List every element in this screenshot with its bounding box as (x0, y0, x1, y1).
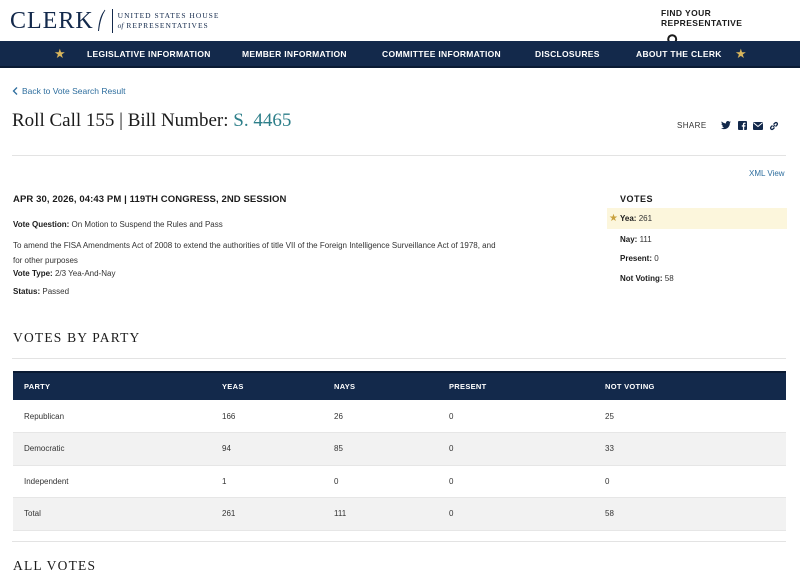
link-icon[interactable] (769, 120, 780, 131)
bill-description: To amend the FISA Amendments Act of 2008… (13, 241, 496, 265)
table-cell: Republican (13, 400, 211, 433)
nav-disclosures[interactable]: DISCLOSURES (535, 49, 600, 59)
not-voting-value: 58 (664, 274, 674, 283)
vote-status-value: Passed (42, 287, 70, 296)
divider (12, 541, 786, 542)
column-header: NAYS (323, 371, 438, 400)
site-header: CLERK UNITED STATES HOUSE of REPRESENTAT… (0, 0, 800, 49)
table-cell: Democratic (13, 432, 211, 466)
facebook-icon[interactable] (737, 120, 748, 131)
table-cell: 58 (594, 497, 786, 531)
table-cell: 261 (211, 497, 323, 531)
roll-call-label: Roll Call 155 | Bill Number: (12, 110, 234, 131)
logo-line-1: UNITED STATES HOUSE (117, 11, 220, 20)
table-cell: 1 (211, 465, 323, 498)
votes-by-party-heading: VOTES BY PARTY (13, 330, 141, 345)
column-header: NOT VOTING (594, 371, 786, 400)
table-cell: Total (13, 497, 211, 531)
not-voting-label: Not Voting: (620, 274, 663, 283)
page-title: Roll Call 155 | Bill Number: S. 4465 (12, 110, 291, 132)
logo-divider (111, 9, 113, 33)
vote-type: Vote Type: 2/3 Yea-And-Nay (13, 269, 115, 278)
votes-by-party-table: PARTY YEAS NAYS PRESENT NOT VOTING Repub… (13, 371, 786, 531)
table-cell: 0 (438, 432, 594, 466)
table-header-row: PARTY YEAS NAYS PRESENT NOT VOTING (13, 371, 786, 400)
table-cell: 33 (594, 432, 786, 466)
yea-label: Yea: (620, 214, 637, 223)
vote-type-label: Vote Type: (13, 269, 53, 278)
nav-legislative-information[interactable]: LEGISLATIVE INFORMATION (87, 49, 211, 59)
vote-question-label: Vote Question: (13, 220, 70, 229)
column-header: PRESENT (438, 371, 594, 400)
quill-icon (97, 9, 106, 31)
share-bar: SHARE (677, 120, 785, 131)
back-to-search-link[interactable]: Back to Vote Search Result (12, 86, 125, 96)
table-cell: 25 (594, 400, 786, 433)
table-cell: 0 (438, 465, 594, 498)
table-row-total: Total 261 111 0 58 (13, 497, 786, 531)
divider (12, 155, 786, 156)
bill-number-link[interactable]: S. 4465 (233, 110, 291, 131)
table-cell: 111 (323, 497, 438, 531)
logo-wordmark: CLERK (10, 7, 94, 34)
table-cell: 94 (211, 432, 323, 466)
logo-subtitle: UNITED STATES HOUSE of REPRESENTATIVES (118, 11, 220, 31)
vote-question-value: On Motion to Suspend the Rules and Pass (71, 220, 223, 229)
table-cell: 166 (211, 400, 323, 433)
table-cell: 0 (438, 400, 594, 433)
vote-status-label: Status: (13, 287, 41, 296)
find-rep-label: FIND YOUR REPRESENTATIVE (661, 8, 743, 28)
xml-view-link[interactable]: XML View (749, 169, 785, 178)
table-row: Independent 1 0 0 0 (13, 465, 786, 498)
table-row: Democratic 94 85 0 33 (13, 432, 786, 466)
votes-summary-title: VOTES (620, 194, 654, 204)
logo-line-2: of REPRESENTATIVES (118, 21, 220, 31)
star-icon: ★ (609, 213, 618, 224)
table-cell: 85 (323, 432, 438, 466)
present-count: Present: 0 (607, 248, 787, 269)
vote-question: Vote Question: On Motion to Suspend the … (13, 220, 223, 229)
table-row: Republican 166 26 0 25 (13, 400, 786, 433)
vote-status: Status: Passed (13, 287, 69, 296)
back-link-label: Back to Vote Search Result (22, 86, 126, 96)
nay-value: 111 (639, 235, 652, 244)
nay-count: Nay: 111 (607, 229, 787, 250)
divider (12, 358, 786, 359)
yea-count: ★ Yea: 261 (607, 208, 787, 229)
present-label: Present: (620, 254, 653, 263)
table-cell: 0 (438, 497, 594, 531)
share-label: SHARE (677, 121, 707, 130)
nav-member-information[interactable]: MEMBER INFORMATION (242, 49, 347, 59)
logo-of: of (117, 21, 124, 30)
table-cell: 0 (594, 465, 786, 498)
nav-committee-information[interactable]: COMMITTEE INFORMATION (382, 49, 501, 59)
main-nav: ★ LEGISLATIVE INFORMATION MEMBER INFORMA… (0, 41, 800, 68)
not-voting-count: Not Voting: 58 (607, 268, 787, 289)
column-header: YEAS (211, 371, 323, 400)
star-icon: ★ (54, 46, 66, 61)
vote-type-value: 2/3 Yea-And-Nay (54, 269, 116, 278)
nav-about-the-clerk[interactable]: ABOUT THE CLERK (636, 49, 722, 59)
table-cell: 26 (323, 400, 438, 433)
chevron-left-icon (12, 87, 18, 95)
star-icon: ★ (735, 46, 747, 61)
email-icon[interactable] (753, 120, 764, 131)
logo-line-2-text: REPRESENTATIVES (126, 21, 209, 30)
all-votes-heading: ALL VOTES (13, 558, 97, 573)
clerk-logo[interactable]: CLERK UNITED STATES HOUSE of REPRESENTAT… (10, 6, 219, 36)
nay-label: Nay: (620, 235, 638, 244)
yea-value: 261 (638, 214, 653, 223)
present-value: 0 (654, 254, 659, 263)
table-cell: Independent (13, 465, 211, 498)
twitter-icon[interactable] (721, 120, 732, 131)
votes-summary: VOTES ★ Yea: 261 Nay: 111 Present: 0 Not… (607, 194, 787, 283)
column-header: PARTY (13, 371, 211, 400)
vote-date-congress: APR 30, 2026, 04:43 PM | 119TH CONGRESS,… (13, 194, 287, 205)
table-cell: 0 (323, 465, 438, 498)
